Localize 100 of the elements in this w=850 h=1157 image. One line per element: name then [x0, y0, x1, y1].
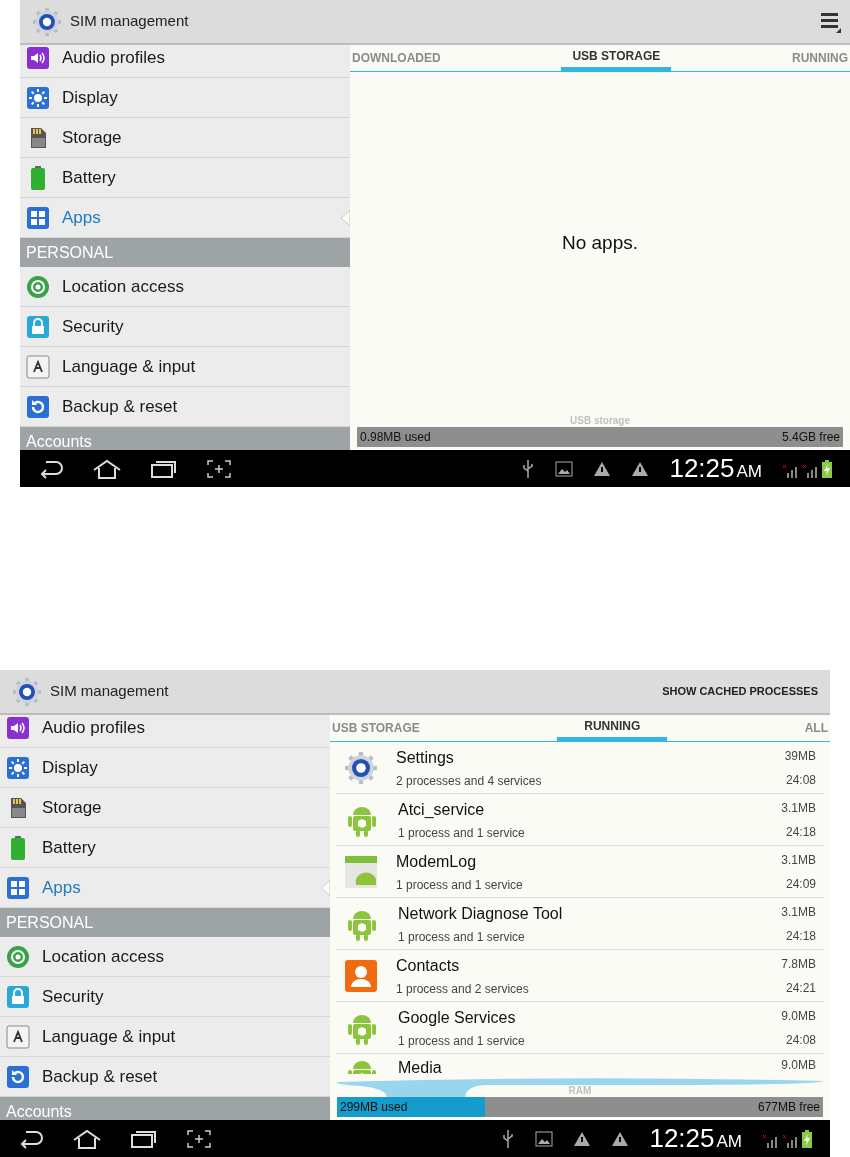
battery-charging-icon	[802, 1129, 812, 1148]
recent-apps-icon[interactable]	[130, 1128, 158, 1149]
recent-apps-icon[interactable]	[150, 458, 178, 479]
location-icon	[6, 944, 30, 969]
warning-icon	[631, 460, 650, 477]
memory-size: 3.1MB	[781, 851, 816, 869]
process-row[interactable]: ModemLog 1 process and 1 service 3.1MB 24:09	[336, 846, 824, 898]
back-icon[interactable]	[38, 458, 64, 479]
memory-size: 3.1MB	[781, 903, 816, 921]
sidebar-item[interactable]: Storage	[0, 788, 330, 828]
process-name: Network Diagnose Tool	[398, 903, 564, 924]
padlock-icon	[26, 314, 50, 339]
sidebar-item[interactable]: Audio profiles	[0, 715, 330, 748]
process-name: Atci_service	[398, 799, 486, 820]
sidebar-item[interactable]: Audio profiles	[20, 45, 350, 78]
clock-period: AM	[736, 461, 762, 483]
memory-size: 9.0MB	[781, 1007, 816, 1025]
screenshot-icon[interactable]	[206, 458, 232, 479]
brightness-icon	[26, 85, 50, 110]
tab[interactable]: USB STORAGE	[561, 45, 672, 71]
used-amount: 0.98MB used	[360, 429, 431, 446]
sidebar-item[interactable]: Location access	[0, 937, 330, 977]
sidebar-item[interactable]: Security	[0, 977, 330, 1017]
memory-size: 3.1MB	[781, 799, 816, 817]
sidebar-item[interactable]: Storage	[20, 118, 350, 158]
run-time: 24:21	[785, 979, 816, 997]
show-cached-processes-button[interactable]: SHOW CACHED PROCESSES	[658, 683, 822, 700]
home-icon[interactable]	[92, 458, 122, 479]
keyboard-key-icon	[6, 1024, 30, 1049]
battery-charging-icon	[822, 459, 832, 478]
usb-icon	[521, 458, 536, 479]
free-amount: 5.4GB free	[781, 429, 840, 446]
screen-title: SIM management	[50, 681, 169, 702]
signal-icon	[782, 1133, 798, 1148]
clock-period: AM	[716, 1131, 742, 1153]
keyboard-key-icon	[26, 354, 50, 379]
process-detail: 1 process and 1 service	[398, 1032, 526, 1050]
storage-label: RAM	[568, 1085, 592, 1097]
image-icon	[535, 1130, 554, 1147]
process-name: Media	[398, 1058, 443, 1076]
warning-icon	[593, 460, 612, 477]
sidebar-item[interactable]: Security	[20, 307, 350, 347]
memory-size: 7.8MB	[781, 955, 816, 973]
restore-icon	[26, 394, 50, 419]
home-icon[interactable]	[72, 1128, 102, 1149]
apps-grid-icon	[6, 875, 30, 900]
sidebar-item[interactable]: Language & input	[0, 1017, 330, 1057]
sidebar-item[interactable]: Display	[20, 78, 350, 118]
contact-icon	[344, 958, 378, 993]
process-row[interactable]: Settings 2 processes and 4 services 39MB 24:08	[336, 742, 824, 794]
sidebar-item[interactable]: Battery	[0, 828, 330, 868]
memory-size: 9.0MB	[781, 1057, 816, 1074]
clock-time: 12:25	[649, 1122, 715, 1155]
brightness-icon	[6, 755, 30, 780]
overflow-menu-icon[interactable]	[820, 10, 842, 33]
run-time: 24:09	[785, 875, 816, 893]
selection-notch-icon	[341, 210, 350, 226]
back-icon[interactable]	[18, 1128, 44, 1149]
screenshot-icon[interactable]	[186, 1128, 212, 1149]
sidebar-item[interactable]: Location access	[20, 267, 350, 307]
process-row[interactable]: Contacts 1 process and 2 services 7.8MB 24:21	[336, 950, 824, 1002]
process-name: ModemLog	[396, 851, 478, 872]
process-row[interactable]: Atci_service 1 process and 1 service 3.1MB 24:18	[336, 794, 824, 846]
run-time: 24:08	[785, 771, 816, 789]
free-amount: 677MB free	[757, 1099, 820, 1116]
process-row[interactable]: Media 9.0MB	[336, 1054, 824, 1076]
process-detail: 1 process and 1 service	[396, 876, 524, 894]
signal-icon	[802, 463, 818, 478]
run-time: 24:18	[785, 823, 816, 841]
section-header: Accounts	[0, 1097, 330, 1120]
process-name: Google Services	[398, 1007, 517, 1028]
sidebar-item[interactable]: Language & input	[20, 347, 350, 387]
process-row[interactable]: Network Diagnose Tool 1 process and 1 service 3.1MB 24:18	[336, 898, 824, 950]
location-icon	[26, 274, 50, 299]
gear-icon	[344, 750, 378, 785]
gear-icon	[12, 676, 42, 707]
sidebar-item[interactable]: Display	[0, 748, 330, 788]
warning-icon	[573, 1130, 592, 1147]
restore-icon	[6, 1064, 30, 1089]
section-header: Accounts	[20, 427, 350, 450]
signal-icon	[762, 1133, 778, 1148]
tab[interactable]: RUNNING	[557, 715, 668, 741]
sidebar-item[interactable]: Battery	[20, 158, 350, 198]
padlock-icon	[6, 984, 30, 1009]
process-detail: 1 process and 1 service	[398, 928, 526, 946]
process-detail: 2 processes and 4 services	[396, 772, 543, 790]
process-name: Settings	[396, 747, 455, 768]
signal-icon	[782, 463, 798, 478]
speaker-icon	[26, 46, 50, 70]
run-time: 24:18	[785, 927, 816, 945]
screen-title: SIM management	[70, 11, 189, 32]
process-row[interactable]: Google Services 1 process and 1 service 9.0MB 24:08	[336, 1002, 824, 1054]
clock-time: 12:25	[669, 452, 735, 485]
gear-icon	[32, 6, 62, 37]
run-time: 24:08	[785, 1031, 816, 1049]
speaker-icon	[6, 716, 30, 740]
section-header: PERSONAL	[0, 908, 330, 937]
apps-grid-icon	[26, 205, 50, 230]
storage-label: USB storage	[570, 415, 630, 427]
process-name: Contacts	[396, 955, 461, 976]
